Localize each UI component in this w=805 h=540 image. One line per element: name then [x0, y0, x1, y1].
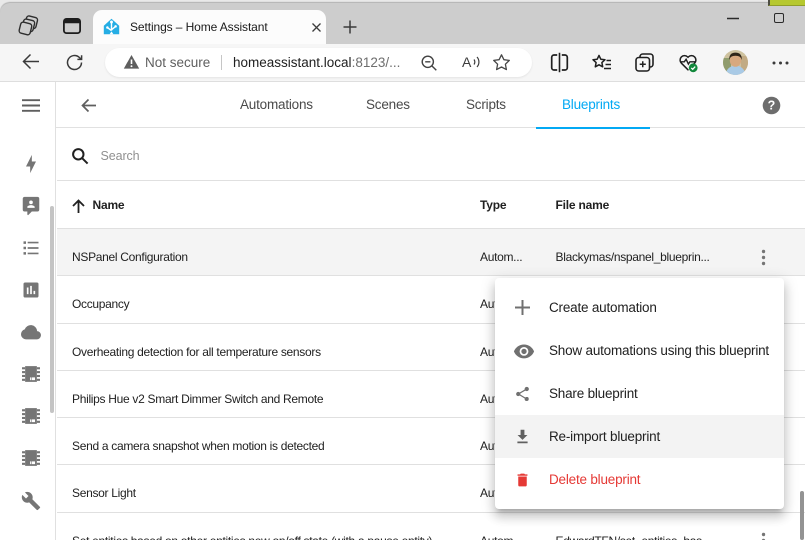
svg-text:?: ?	[768, 98, 776, 112]
